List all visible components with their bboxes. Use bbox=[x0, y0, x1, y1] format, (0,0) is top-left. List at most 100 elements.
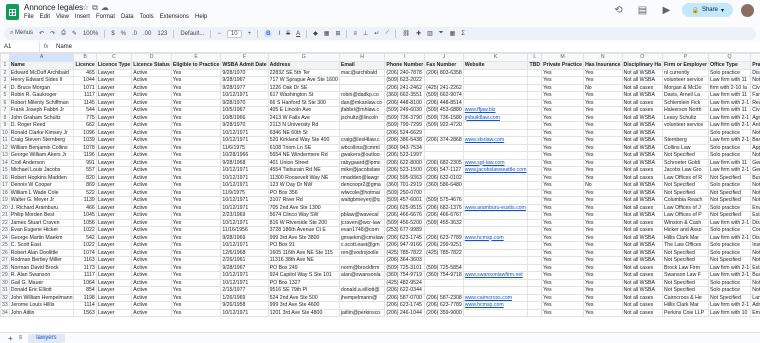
select-all-corner[interactable] bbox=[1, 54, 10, 62]
table-cell[interactable]: Yes bbox=[171, 159, 220, 167]
font-select[interactable]: Default... bbox=[180, 31, 204, 37]
table-cell[interactable]: 10/5/1967 bbox=[221, 107, 268, 115]
table-cell[interactable]: Lawyer bbox=[96, 129, 131, 137]
column-header[interactable]: O bbox=[622, 54, 662, 62]
table-cell[interactable]: Yes bbox=[171, 107, 220, 115]
table-cell[interactable]: Solo practice bbox=[708, 279, 750, 287]
table-cell[interactable] bbox=[528, 69, 542, 77]
table-cell[interactable]: Yes bbox=[171, 84, 220, 92]
table-cell[interactable]: Not all WSBA bbox=[622, 197, 662, 205]
table-cell[interactable]: Active bbox=[132, 152, 172, 160]
table-cell[interactable]: Yes bbox=[584, 159, 622, 167]
row-header[interactable]: 19 bbox=[1, 197, 10, 205]
column-header[interactable]: M bbox=[542, 54, 584, 62]
column-header[interactable]: A bbox=[9, 54, 74, 62]
row-header[interactable]: 12 bbox=[1, 144, 10, 152]
table-cell[interactable]: Active bbox=[132, 227, 172, 235]
table-cell[interactable]: No bbox=[584, 84, 622, 92]
column-header[interactable]: P bbox=[663, 54, 709, 62]
table-cell[interactable] bbox=[528, 234, 542, 242]
table-cell[interactable]: Lawyer bbox=[96, 174, 131, 182]
table-cell[interactable]: 9/28/1969 bbox=[221, 234, 268, 242]
table-cell[interactable]: Active bbox=[132, 144, 172, 152]
table-cell[interactable]: General bbox=[751, 159, 760, 167]
table-cell[interactable]: Law firm with 2-1 bbox=[708, 219, 750, 227]
table-cell[interactable]: Solo practice bbox=[708, 69, 750, 77]
table-cell[interactable]: Yes bbox=[542, 234, 584, 242]
table-cell[interactable]: Not Specified bbox=[663, 152, 709, 160]
table-cell[interactable]: 123 W Day Dr NW bbox=[268, 182, 339, 190]
table-cell[interactable]: Yes bbox=[171, 234, 220, 242]
table-cell[interactable]: 705 2nd Ave Ste 1300 bbox=[268, 204, 339, 212]
table-cell[interactable]: 2/15/1977 bbox=[221, 287, 268, 295]
table-cell[interactable]: 9/28/1977 bbox=[221, 84, 268, 92]
table-cell[interactable]: Lawyer bbox=[96, 144, 131, 152]
table-cell[interactable]: Yes bbox=[171, 92, 220, 100]
align-left-icon[interactable]: ≡ bbox=[353, 31, 357, 37]
table-cell[interactable]: Yes bbox=[584, 129, 622, 137]
table-cell[interactable]: Insurance bbox=[751, 242, 760, 250]
table-cell[interactable]: Not all cases bbox=[622, 227, 662, 235]
table-cell[interactable]: Yes bbox=[171, 227, 220, 235]
table-cell[interactable] bbox=[528, 174, 542, 182]
table-cell[interactable]: Yes bbox=[542, 279, 584, 287]
table-cell[interactable] bbox=[425, 189, 463, 197]
menu-extensions[interactable]: Extensions bbox=[160, 14, 189, 20]
table-cell[interactable]: Robert Hopkins Madden bbox=[9, 174, 74, 182]
header-cell[interactable]: Office Type bbox=[708, 62, 750, 70]
table-cell[interactable]: Not all WSBA bbox=[622, 279, 662, 287]
row-header[interactable]: 15 bbox=[1, 167, 10, 175]
table-cell[interactable]: 1022 bbox=[74, 227, 96, 235]
table-cell[interactable]: Yes bbox=[171, 294, 220, 302]
table-cell[interactable]: Sternberg bbox=[663, 137, 709, 145]
more-formats-button[interactable]: 123 bbox=[157, 31, 167, 37]
table-cell[interactable]: Yes bbox=[542, 257, 584, 265]
table-cell[interactable]: (425) 241-2262 bbox=[425, 84, 463, 92]
table-cell[interactable]: (509) 456-5200 bbox=[385, 219, 425, 227]
table-cell[interactable]: Yes bbox=[584, 242, 622, 250]
table-cell[interactable]: Morgan & McDo bbox=[663, 84, 709, 92]
table-cell[interactable]: Winston & Cash bbox=[663, 219, 709, 227]
table-cell[interactable]: Yes bbox=[171, 212, 220, 220]
table-cell[interactable]: Jerome Louis Hillis bbox=[9, 302, 74, 310]
table-cell[interactable]: Appellate, Consi bbox=[751, 144, 760, 152]
table-cell[interactable]: Not Specified bbox=[663, 189, 709, 197]
table-cell[interactable] bbox=[528, 107, 542, 115]
table-cell[interactable]: (206) 299-9251 bbox=[425, 242, 463, 250]
table-cell[interactable]: General bbox=[751, 167, 760, 175]
table-cell[interactable]: Yes bbox=[584, 294, 622, 302]
table-cell[interactable] bbox=[528, 309, 542, 317]
table-cell[interactable]: 10/12/1971 bbox=[221, 219, 268, 227]
row-header[interactable]: 34 bbox=[1, 309, 10, 317]
table-cell[interactable] bbox=[528, 189, 542, 197]
table-cell[interactable]: Lawyer bbox=[96, 99, 131, 107]
table-cell[interactable]: Estate Planning/ bbox=[751, 264, 760, 272]
table-cell[interactable] bbox=[339, 279, 384, 287]
table-cell[interactable]: 520 Kirkland Way Ste 400 bbox=[268, 137, 339, 145]
table-cell[interactable] bbox=[528, 302, 542, 310]
table-cell[interactable]: Not all WSBA bbox=[622, 249, 662, 257]
table-cell[interactable]: Lawyer bbox=[96, 114, 131, 122]
table-cell[interactable]: Yes bbox=[584, 122, 622, 130]
print-icon[interactable]: ⎙ bbox=[61, 30, 66, 37]
table-cell[interactable]: 11/16/1956 bbox=[221, 227, 268, 235]
table-cell[interactable]: 466 bbox=[74, 204, 96, 212]
header-cell[interactable]: TBD bbox=[528, 62, 542, 70]
table-cell[interactable]: D. Bruce Morgan bbox=[9, 84, 74, 92]
table-cell[interactable]: The Law Offices bbox=[663, 242, 709, 250]
table-cell[interactable]: 1056 bbox=[74, 219, 96, 227]
functions-icon[interactable]: Σ bbox=[461, 31, 465, 37]
table-cell[interactable]: 10/12/1971 bbox=[221, 174, 268, 182]
table-cell[interactable]: Yes bbox=[542, 129, 584, 137]
table-cell[interactable]: Solo practice bbox=[708, 204, 750, 212]
table-cell[interactable]: Antitrust, Litigat bbox=[751, 122, 760, 130]
table-cell[interactable]: Dispute Resolut bbox=[751, 69, 760, 77]
header-cell[interactable]: Address bbox=[268, 62, 339, 70]
table-cell[interactable]: Collins Law bbox=[663, 144, 709, 152]
table-cell[interactable]: (206) 386-5438 bbox=[385, 137, 425, 145]
table-cell[interactable]: Robin R. Gaukroger bbox=[9, 92, 74, 100]
table-cell[interactable]: Yes bbox=[542, 227, 584, 235]
table-cell[interactable] bbox=[425, 227, 463, 235]
table-cell[interactable]: mike@jacobslaw bbox=[339, 167, 384, 175]
zoom-select[interactable]: 100% bbox=[83, 31, 98, 37]
